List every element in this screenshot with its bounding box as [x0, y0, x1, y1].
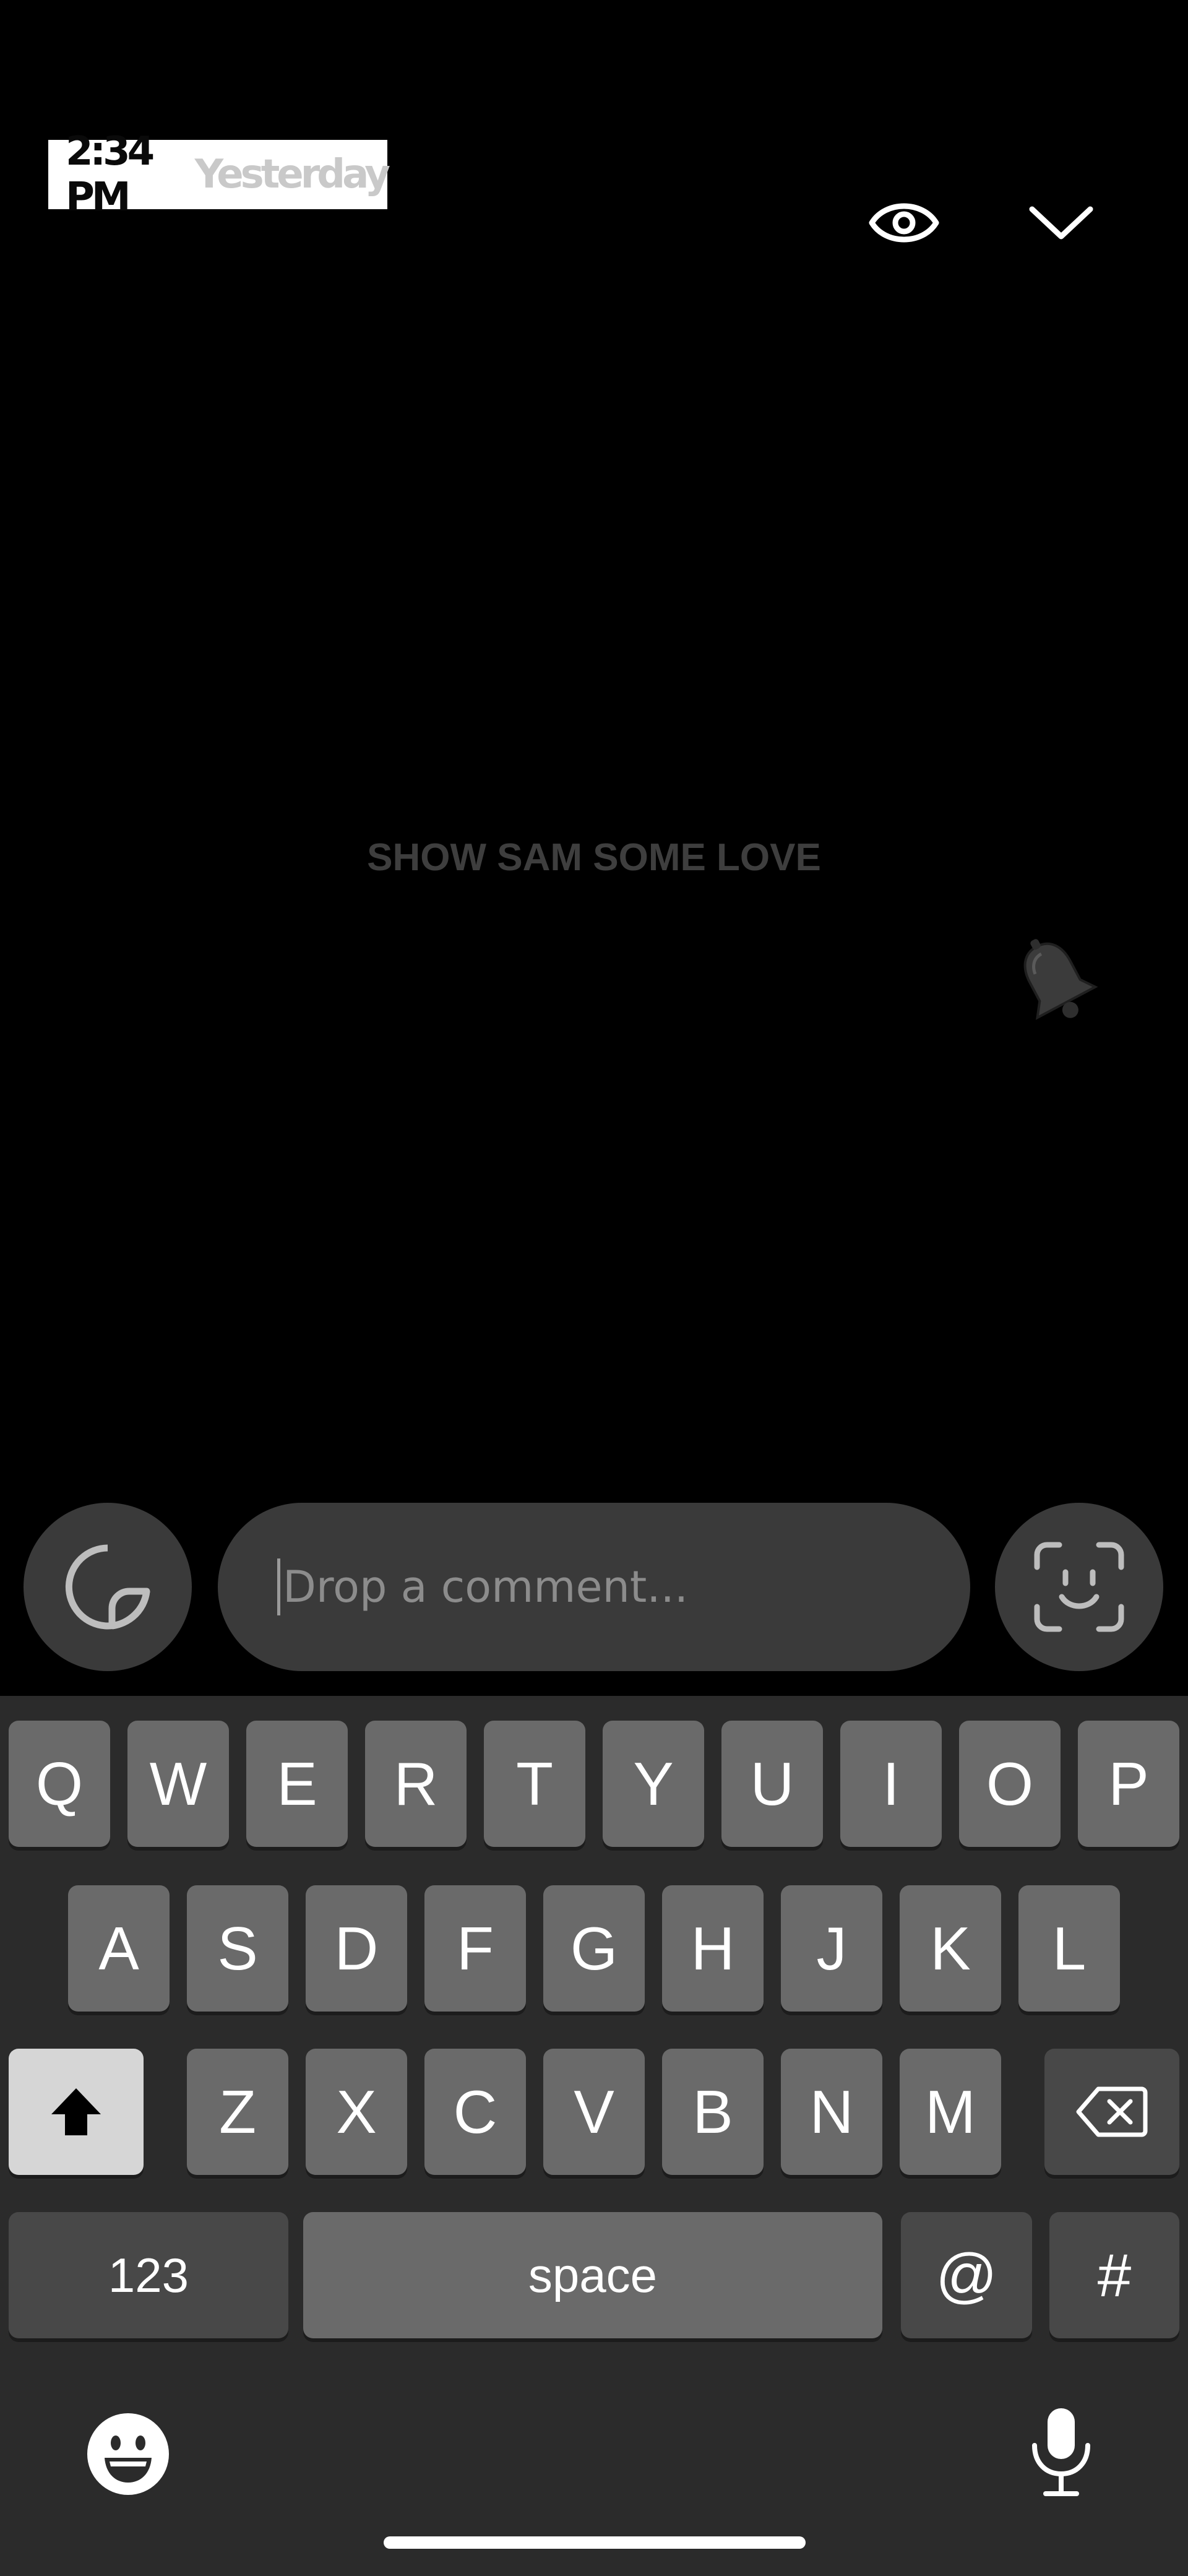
key-e[interactable]: E: [246, 1721, 348, 1847]
emoji-icon: [87, 2413, 169, 2495]
microphone-icon: [1032, 2408, 1090, 2496]
text-caret: [277, 1558, 280, 1615]
key-b[interactable]: B: [662, 2049, 764, 2175]
key-y[interactable]: Y: [603, 1721, 704, 1847]
comment-field[interactable]: [218, 1503, 970, 1671]
sticker-icon: [65, 1544, 150, 1630]
face-scan-icon: [1034, 1542, 1124, 1632]
key-z[interactable]: Z: [187, 2049, 288, 2175]
key-d[interactable]: D: [306, 1885, 407, 2012]
key-f[interactable]: F: [424, 1885, 526, 2012]
eye-icon: [869, 203, 939, 243]
home-indicator[interactable]: [384, 2536, 806, 2549]
key-x[interactable]: X: [306, 2049, 407, 2175]
space-key[interactable]: space: [303, 2212, 882, 2338]
views-button[interactable]: [861, 179, 947, 266]
key-w[interactable]: W: [127, 1721, 229, 1847]
key-h[interactable]: H: [662, 1885, 764, 2012]
collapse-button[interactable]: [1018, 179, 1104, 266]
timestamp-tag: 2:34 PM Yesterday: [48, 129, 390, 220]
key-j[interactable]: J: [781, 1885, 882, 2012]
key-i[interactable]: I: [840, 1721, 942, 1847]
sticker-button[interactable]: [24, 1503, 192, 1671]
key-s[interactable]: S: [187, 1885, 288, 2012]
timestamp-day: Yesterday: [194, 152, 390, 197]
key-q[interactable]: Q: [9, 1721, 110, 1847]
shift-arrow-icon: [51, 2088, 101, 2135]
key-k[interactable]: K: [900, 1885, 1001, 2012]
key-l[interactable]: L: [1018, 1885, 1120, 2012]
emoji-button[interactable]: [82, 2408, 174, 2500]
key-u[interactable]: U: [721, 1721, 823, 1847]
story-screen: 2:34 PM Yesterday SHOW SAM SOME LOVE Dro…: [0, 0, 1188, 2576]
hash-key[interactable]: #: [1049, 2212, 1179, 2338]
key-a[interactable]: A: [68, 1885, 170, 2012]
key-g[interactable]: G: [543, 1885, 645, 2012]
shift-key[interactable]: [9, 2049, 144, 2175]
key-c[interactable]: C: [424, 2049, 526, 2175]
face-effect-button[interactable]: [995, 1503, 1163, 1671]
at-key[interactable]: @: [901, 2212, 1032, 2338]
bell-icon: [1023, 939, 1098, 1020]
backspace-key[interactable]: [1044, 2049, 1179, 2175]
key-m[interactable]: M: [900, 2049, 1001, 2175]
key-n[interactable]: N: [781, 2049, 882, 2175]
comment-input[interactable]: [283, 1562, 902, 1612]
backspace-icon: [1076, 2086, 1148, 2137]
chevron-down-icon: [1029, 206, 1093, 240]
story-message: SHOW SAM SOME LOVE: [367, 836, 821, 879]
key-o[interactable]: O: [959, 1721, 1061, 1847]
keyboard: Q W E R T Y U I O P A S D F G H J K L Z …: [0, 1696, 1188, 2576]
dictation-button[interactable]: [1015, 2403, 1108, 2502]
timestamp-time: 2:34 PM: [66, 129, 155, 220]
key-t[interactable]: T: [484, 1721, 585, 1847]
key-r[interactable]: R: [365, 1721, 467, 1847]
key-p[interactable]: P: [1078, 1721, 1179, 1847]
numbers-key[interactable]: 123: [9, 2212, 288, 2338]
key-v[interactable]: V: [543, 2049, 645, 2175]
